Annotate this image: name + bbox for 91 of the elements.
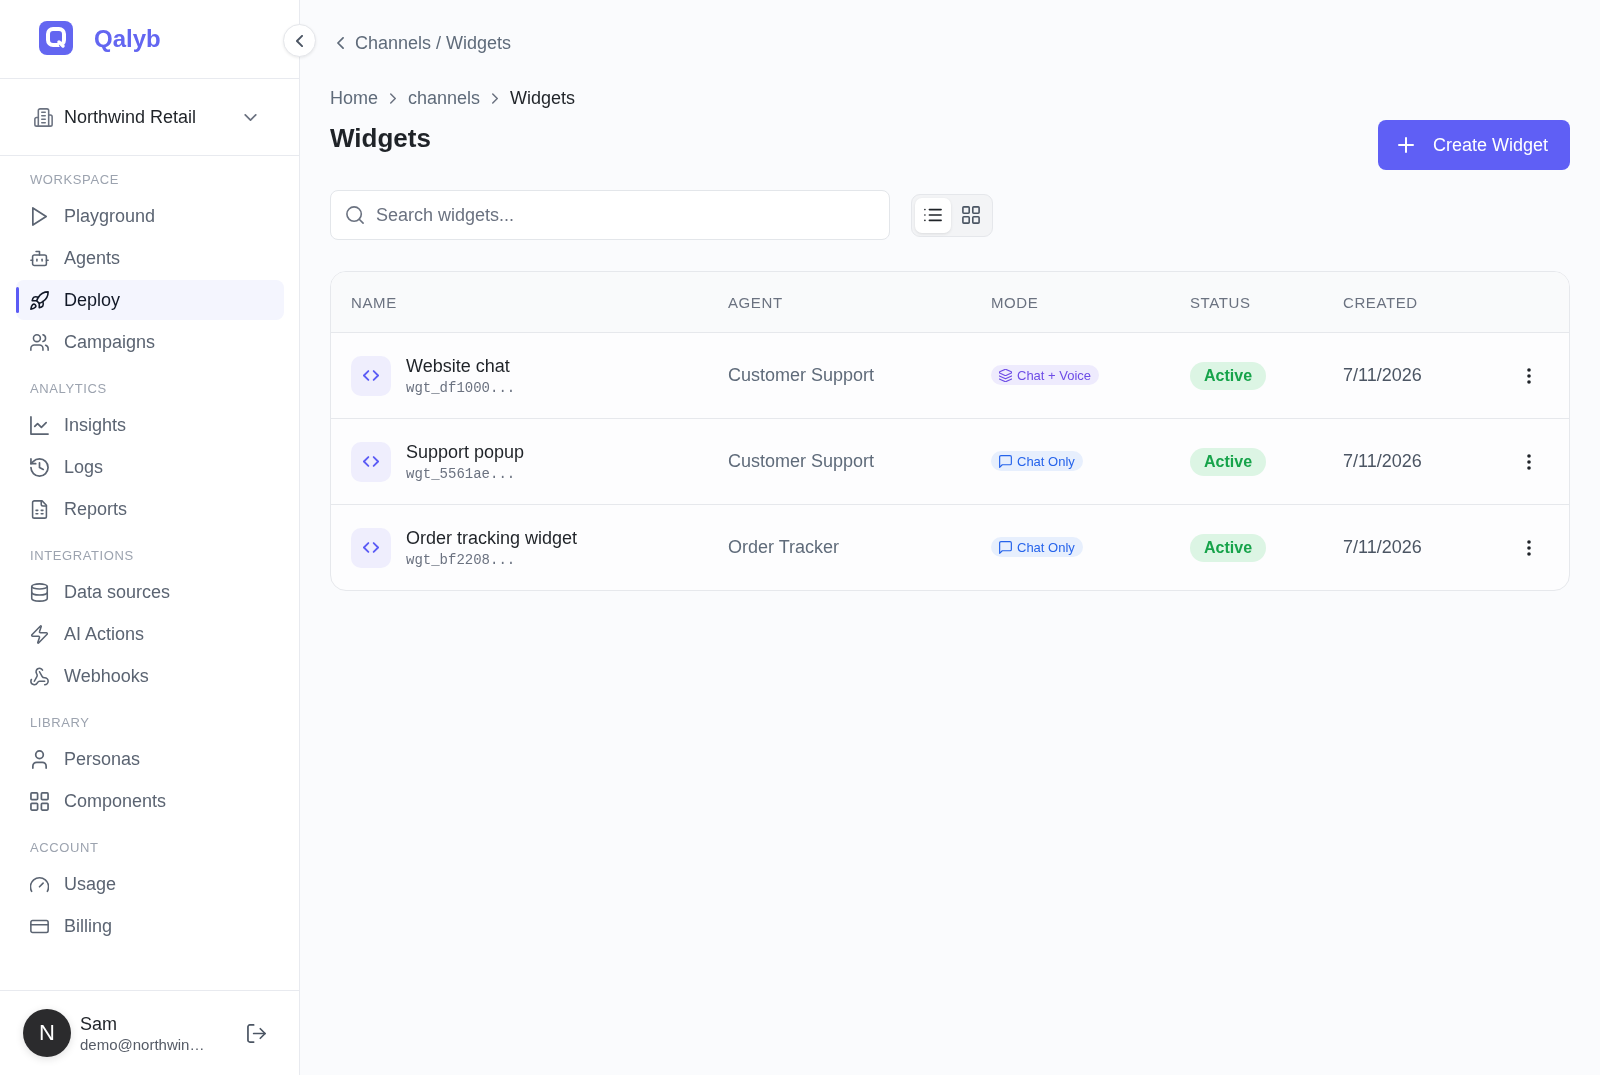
user-email: demo@northwin… (80, 1035, 205, 1053)
status-badge: Active (1190, 533, 1267, 562)
user-icon (30, 749, 49, 769)
widget-name: Order tracking widget (406, 527, 578, 549)
widget-name: Support popup (406, 441, 525, 463)
gauge-icon (30, 874, 49, 894)
logout-button[interactable] (247, 1023, 266, 1043)
mode-label: Chat Only (1017, 453, 1075, 469)
column-header: STATUS (1190, 293, 1252, 311)
section-heading: INTEGRATIONS (29, 548, 135, 564)
widget-id: wgt_bf2208... (406, 551, 517, 568)
users-icon (30, 332, 49, 352)
history-icon (30, 457, 49, 477)
create-widget-button[interactable]: Create Widget (1377, 120, 1570, 170)
section-heading: ANALYTICS (29, 381, 108, 397)
grid-icon (962, 206, 980, 224)
column-header: CREATED (1343, 293, 1419, 311)
sidebar-item[interactable]: Logs (16, 447, 284, 487)
column-header: AGENT (728, 293, 784, 311)
grid-icon (30, 791, 49, 811)
layers-icon (999, 368, 1012, 382)
chat-bubble-icon (999, 540, 1012, 554)
logout-icon (247, 1023, 266, 1043)
chevron-down-icon (244, 113, 257, 121)
logo-icon (39, 21, 73, 57)
chevron-left-icon (296, 34, 303, 47)
table-cell-text: 7/11/2026 (1343, 365, 1423, 386)
section-heading: WORKSPACE (29, 172, 120, 188)
lightning-icon (30, 624, 49, 644)
mode-label: Chat Only (1017, 539, 1075, 555)
sidebar-item[interactable]: Personas (16, 739, 284, 779)
robot-icon (30, 248, 49, 268)
more-icon (1527, 453, 1531, 470)
sidebar-item[interactable]: Deploy (16, 280, 284, 320)
sidebar-item[interactable]: Components (16, 781, 284, 821)
database-icon (30, 582, 49, 602)
sidebar-item[interactable]: Agents (16, 238, 284, 278)
document-icon (30, 499, 49, 519)
sidebar-item[interactable]: Campaigns (16, 322, 284, 362)
table-cell-text: Customer Support (728, 451, 876, 472)
play-icon (30, 206, 49, 226)
table-cell-text: Customer Support (728, 365, 876, 386)
chevron-left-icon (337, 37, 344, 49)
rocket-icon (30, 290, 49, 310)
code-icon (351, 355, 391, 396)
collapse-button[interactable] (283, 24, 316, 57)
line-chart-icon (30, 415, 49, 435)
widget-id: wgt_df1000... (406, 379, 516, 396)
chevron-right-icon (492, 92, 499, 104)
list-view-button[interactable] (915, 197, 951, 233)
sidebar-item[interactable]: Reports (16, 489, 284, 529)
column-header: MODE (991, 293, 1040, 311)
sidebar-item[interactable]: Billing (16, 906, 284, 946)
status-badge: Active (1190, 447, 1267, 476)
workspace-selector[interactable]: Northwind Retail (34, 106, 257, 128)
sidebar-item[interactable]: Playground (16, 196, 284, 236)
widget-id: wgt_5561ae... (406, 465, 517, 482)
breadcrumb-link[interactable]: channels (408, 87, 481, 109)
sidebar-item[interactable]: Data sources (16, 572, 284, 612)
code-icon (351, 527, 391, 568)
search-field[interactable]: Search widgets... (330, 190, 890, 240)
widget-name: Website chat (406, 355, 511, 377)
section-heading: ACCOUNT (29, 840, 100, 856)
table-cell-text: 7/11/2026 (1343, 537, 1423, 558)
sidebar-item[interactable]: Webhooks (16, 656, 284, 696)
breadcrumb-current: Widgets (510, 87, 576, 109)
chat-bubble-icon (999, 454, 1012, 468)
sidebar-item[interactable]: AI Actions (16, 614, 284, 654)
breadcrumb-link[interactable]: Home (330, 87, 378, 109)
mode-label: Chat + Voice (1017, 367, 1092, 383)
search-icon (346, 206, 364, 224)
back-link[interactable]: Channels / Widgets (337, 30, 512, 56)
building-icon (34, 107, 53, 127)
table-cell-text: Order Tracker (728, 537, 841, 558)
more-icon (1527, 367, 1531, 384)
table-cell-text: 7/11/2026 (1343, 451, 1423, 472)
section-heading: LIBRARY (29, 715, 91, 731)
chevron-right-icon (390, 92, 396, 104)
webhook-icon (30, 666, 49, 686)
code-icon (351, 441, 391, 482)
brand-name: Qalyb (94, 25, 161, 53)
sidebar-item[interactable]: Usage (16, 864, 284, 904)
plus-icon (1397, 137, 1414, 153)
status-badge: Active (1190, 361, 1267, 390)
sidebar-item[interactable]: Insights (16, 405, 284, 445)
user-avatar: N (23, 1009, 71, 1057)
more-icon (1527, 539, 1531, 556)
column-header: NAME (351, 293, 398, 311)
list-icon (924, 206, 942, 224)
page-title: Widgets (330, 124, 432, 152)
user-name: Sam (80, 1013, 118, 1035)
